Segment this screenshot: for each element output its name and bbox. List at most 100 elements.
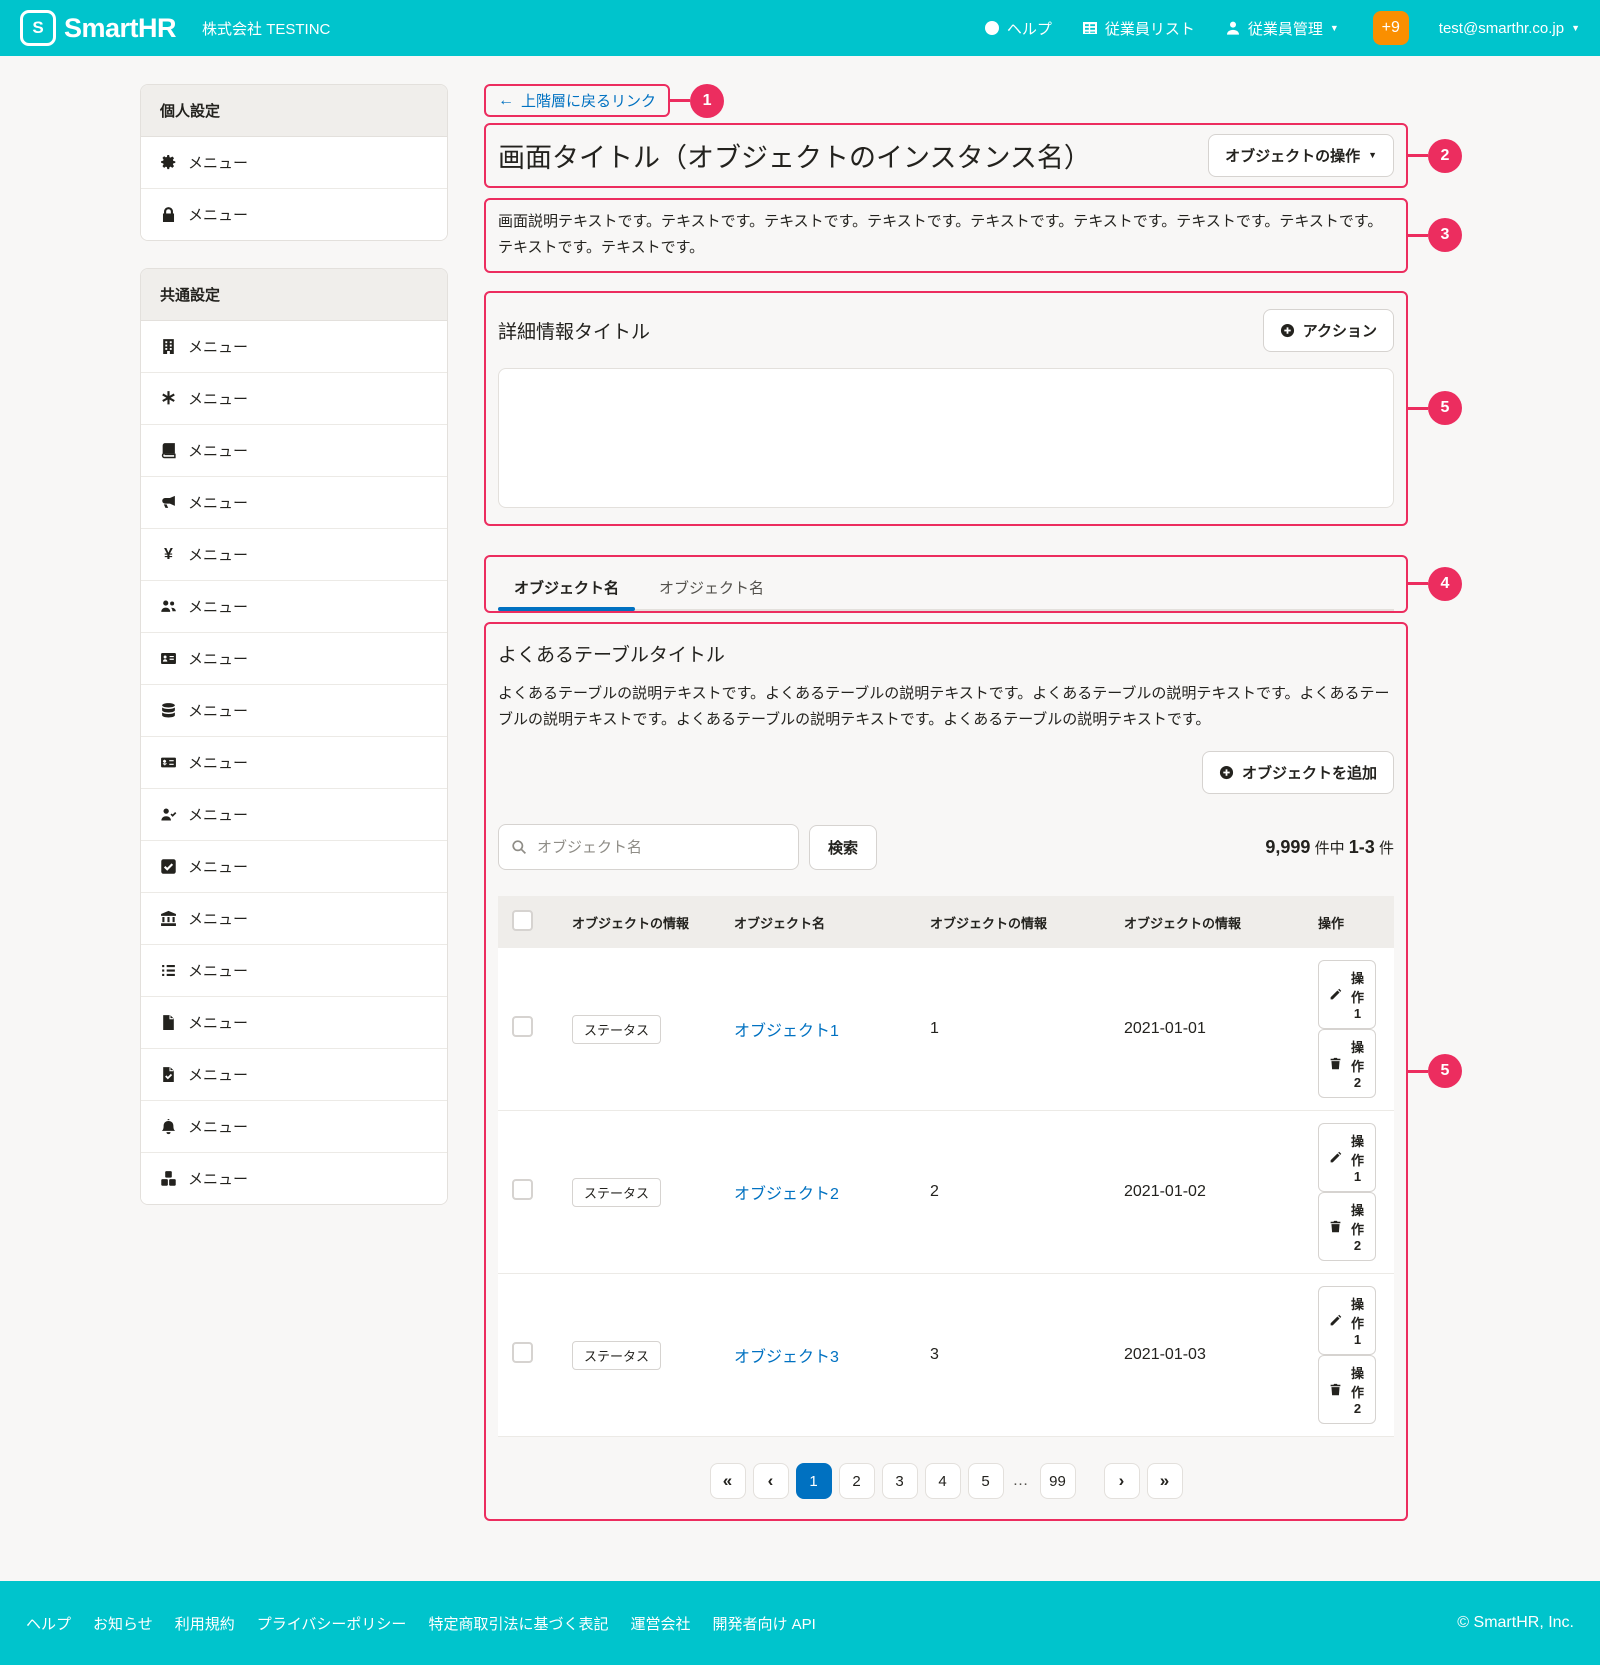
annotation-marker-5: 5 [1428,391,1462,425]
pagination-ellipsis: … [1013,1472,1031,1490]
annotated-description-frame: 画面説明テキストです。テキストです。テキストです。テキストです。テキストです。テ… [484,198,1408,273]
sidebar-item-menu[interactable]: メニュー [141,685,447,737]
crew-list-link[interactable]: 従業員リスト [1082,18,1195,39]
first-page-button[interactable]: « [710,1463,746,1499]
next-page-button[interactable]: › [1104,1463,1140,1499]
sidebar-item-menu[interactable]: メニュー [141,841,447,893]
row-checkbox[interactable] [512,1016,533,1037]
footer-link-news[interactable]: お知らせ [93,1613,153,1634]
search-icon [511,839,527,855]
footer-link-terms[interactable]: 利用規約 [175,1613,235,1634]
sidebar-item-menu[interactable]: メニュー [141,189,447,240]
annotation-marker-5: 5 [1428,1054,1462,1088]
file-icon [160,1014,177,1031]
date-cell: 2021-01-03 [1116,1274,1310,1437]
sidebar-item-menu[interactable]: メニュー [141,477,447,529]
search-input[interactable] [535,838,786,857]
smarthr-logo[interactable]: S SmartHR [20,10,176,46]
result-count: 9,999 件中 1-3 件 [1265,837,1394,858]
page-button-1[interactable]: 1 [796,1463,832,1499]
column-header-name: オブジェクト名 [726,896,922,948]
delete-operation-button[interactable]: 操作2 [1318,1355,1376,1424]
app-header: S SmartHR 株式会社 TESTINC ヘルプ 従業員リスト 従業員管理 … [0,0,1600,56]
sidebar-item-menu[interactable]: メニュー [141,137,447,189]
sidebar-item-menu[interactable]: メニュー [141,581,447,633]
table-row: ステータス オブジェクト2 2 2021-01-02 操作1 操作2 [498,1111,1394,1274]
row-checkbox[interactable] [512,1342,533,1363]
add-object-button[interactable]: オブジェクトを追加 [1202,751,1394,794]
sidebar-item-menu[interactable]: メニュー [141,789,447,841]
edit-operation-button[interactable]: 操作1 [1318,1286,1376,1355]
edit-operation-button[interactable]: 操作1 [1318,1123,1376,1192]
edit-operation-button[interactable]: 操作1 [1318,960,1376,1029]
back-to-parent-link[interactable]: ← 上階層に戻るリンク [498,90,656,111]
sidebar-item-menu[interactable]: メニュー [141,373,447,425]
tab-bar: オブジェクト名 オブジェクト名 [498,571,1394,611]
search-button[interactable]: 検索 [809,825,877,870]
footer-link-privacy[interactable]: プライバシーポリシー [257,1613,407,1634]
table-header-row: オブジェクトの情報 オブジェクト名 オブジェクトの情報 オブジェクトの情報 操作 [498,896,1394,948]
tab-object-1[interactable]: オブジェクト名 [498,571,635,609]
annotated-tabs-frame: オブジェクト名 オブジェクト名 4 [484,555,1408,613]
users-icon [160,598,177,615]
sidebar: 個人設定 メニュー メニュー 共通設定 メニュー メニュー [140,84,448,1232]
app-footer: ヘルプ お知らせ 利用規約 プライバシーポリシー 特定商取引法に基づく表記 運営… [0,1581,1600,1665]
last-page-button[interactable]: » [1147,1463,1183,1499]
column-header-status: オブジェクトの情報 [564,896,726,948]
object-actions-dropdown[interactable]: オブジェクトの操作 ▼ [1208,134,1394,177]
help-link[interactable]: ヘルプ [984,18,1052,39]
table-row: ステータス オブジェクト1 1 2021-01-01 操作1 操作2 [498,948,1394,1111]
select-all-checkbox[interactable] [512,910,533,931]
sidebar-item-menu[interactable]: メニュー [141,321,447,373]
page-button-5[interactable]: 5 [968,1463,1004,1499]
sidebar-item-menu[interactable]: メニュー [141,737,447,789]
annotation-marker-4: 4 [1428,567,1462,601]
object-link[interactable]: オブジェクト3 [734,1349,839,1366]
page-button-3[interactable]: 3 [882,1463,918,1499]
book-icon [160,442,177,459]
footer-link-company[interactable]: 運営会社 [630,1613,690,1634]
sidebar-item-menu[interactable]: メニュー [141,425,447,477]
trash-icon [1329,1383,1342,1396]
page-button-2[interactable]: 2 [839,1463,875,1499]
asterisk-icon [160,390,177,407]
row-checkbox[interactable] [512,1179,533,1200]
page-description: 画面説明テキストです。テキストです。テキストです。テキストです。テキストです。テ… [498,213,1382,256]
footer-link-help[interactable]: ヘルプ [26,1613,71,1634]
detail-panel-empty-card [498,368,1394,508]
annotated-table-panel-frame: よくあるテーブルタイトル よくあるテーブルの説明テキストです。よくあるテーブルの… [484,622,1408,1522]
page-button-4[interactable]: 4 [925,1463,961,1499]
sidebar-item-menu[interactable]: メニュー [141,1153,447,1204]
sidebar-item-menu[interactable]: メニュー [141,633,447,685]
page-button-99[interactable]: 99 [1040,1463,1076,1499]
date-cell: 2021-01-02 [1116,1111,1310,1274]
delete-operation-button[interactable]: 操作2 [1318,1029,1376,1098]
check-square-icon [160,858,177,875]
footer-link-commerce-law[interactable]: 特定商取引法に基づく表記 [428,1613,608,1634]
sidebar-item-menu[interactable]: メニュー [141,1049,447,1101]
object-link[interactable]: オブジェクト1 [734,1023,839,1040]
object-link[interactable]: オブジェクト2 [734,1186,839,1203]
gear-icon [160,154,177,171]
sidebar-item-menu[interactable]: メニュー [141,1101,447,1153]
account-menu[interactable]: test@smarthr.co.jp ▼ [1439,20,1580,37]
sidebar-item-menu[interactable]: ¥ メニュー [141,529,447,581]
sidebar-item-menu[interactable]: メニュー [141,893,447,945]
notification-count-badge[interactable]: +9 [1373,11,1409,45]
footer-link-developer-api[interactable]: 開発者向け API [712,1613,815,1634]
table-panel-description: よくあるテーブルの説明テキストです。よくあるテーブルの説明テキストです。よくある… [498,681,1394,734]
footer-links: ヘルプ お知らせ 利用規約 プライバシーポリシー 特定商取引法に基づく表記 運営… [26,1613,816,1634]
yen-icon: ¥ [160,546,177,564]
sidebar-section-title: 共通設定 [141,269,447,321]
tab-object-2[interactable]: オブジェクト名 [643,571,780,609]
sidebar-item-menu[interactable]: メニュー [141,997,447,1049]
chevron-down-icon: ▼ [1368,151,1377,160]
crew-admin-menu[interactable]: 従業員管理 ▼ [1225,18,1339,39]
delete-operation-button[interactable]: 操作2 [1318,1192,1376,1261]
action-button[interactable]: アクション [1263,309,1394,352]
sidebar-item-menu[interactable]: メニュー [141,945,447,997]
back-arrow-icon: ← [498,92,514,110]
previous-page-button[interactable]: ‹ [753,1463,789,1499]
status-badge: ステータス [572,1178,661,1207]
page-body: 個人設定 メニュー メニュー 共通設定 メニュー メニュー [0,56,1600,1581]
